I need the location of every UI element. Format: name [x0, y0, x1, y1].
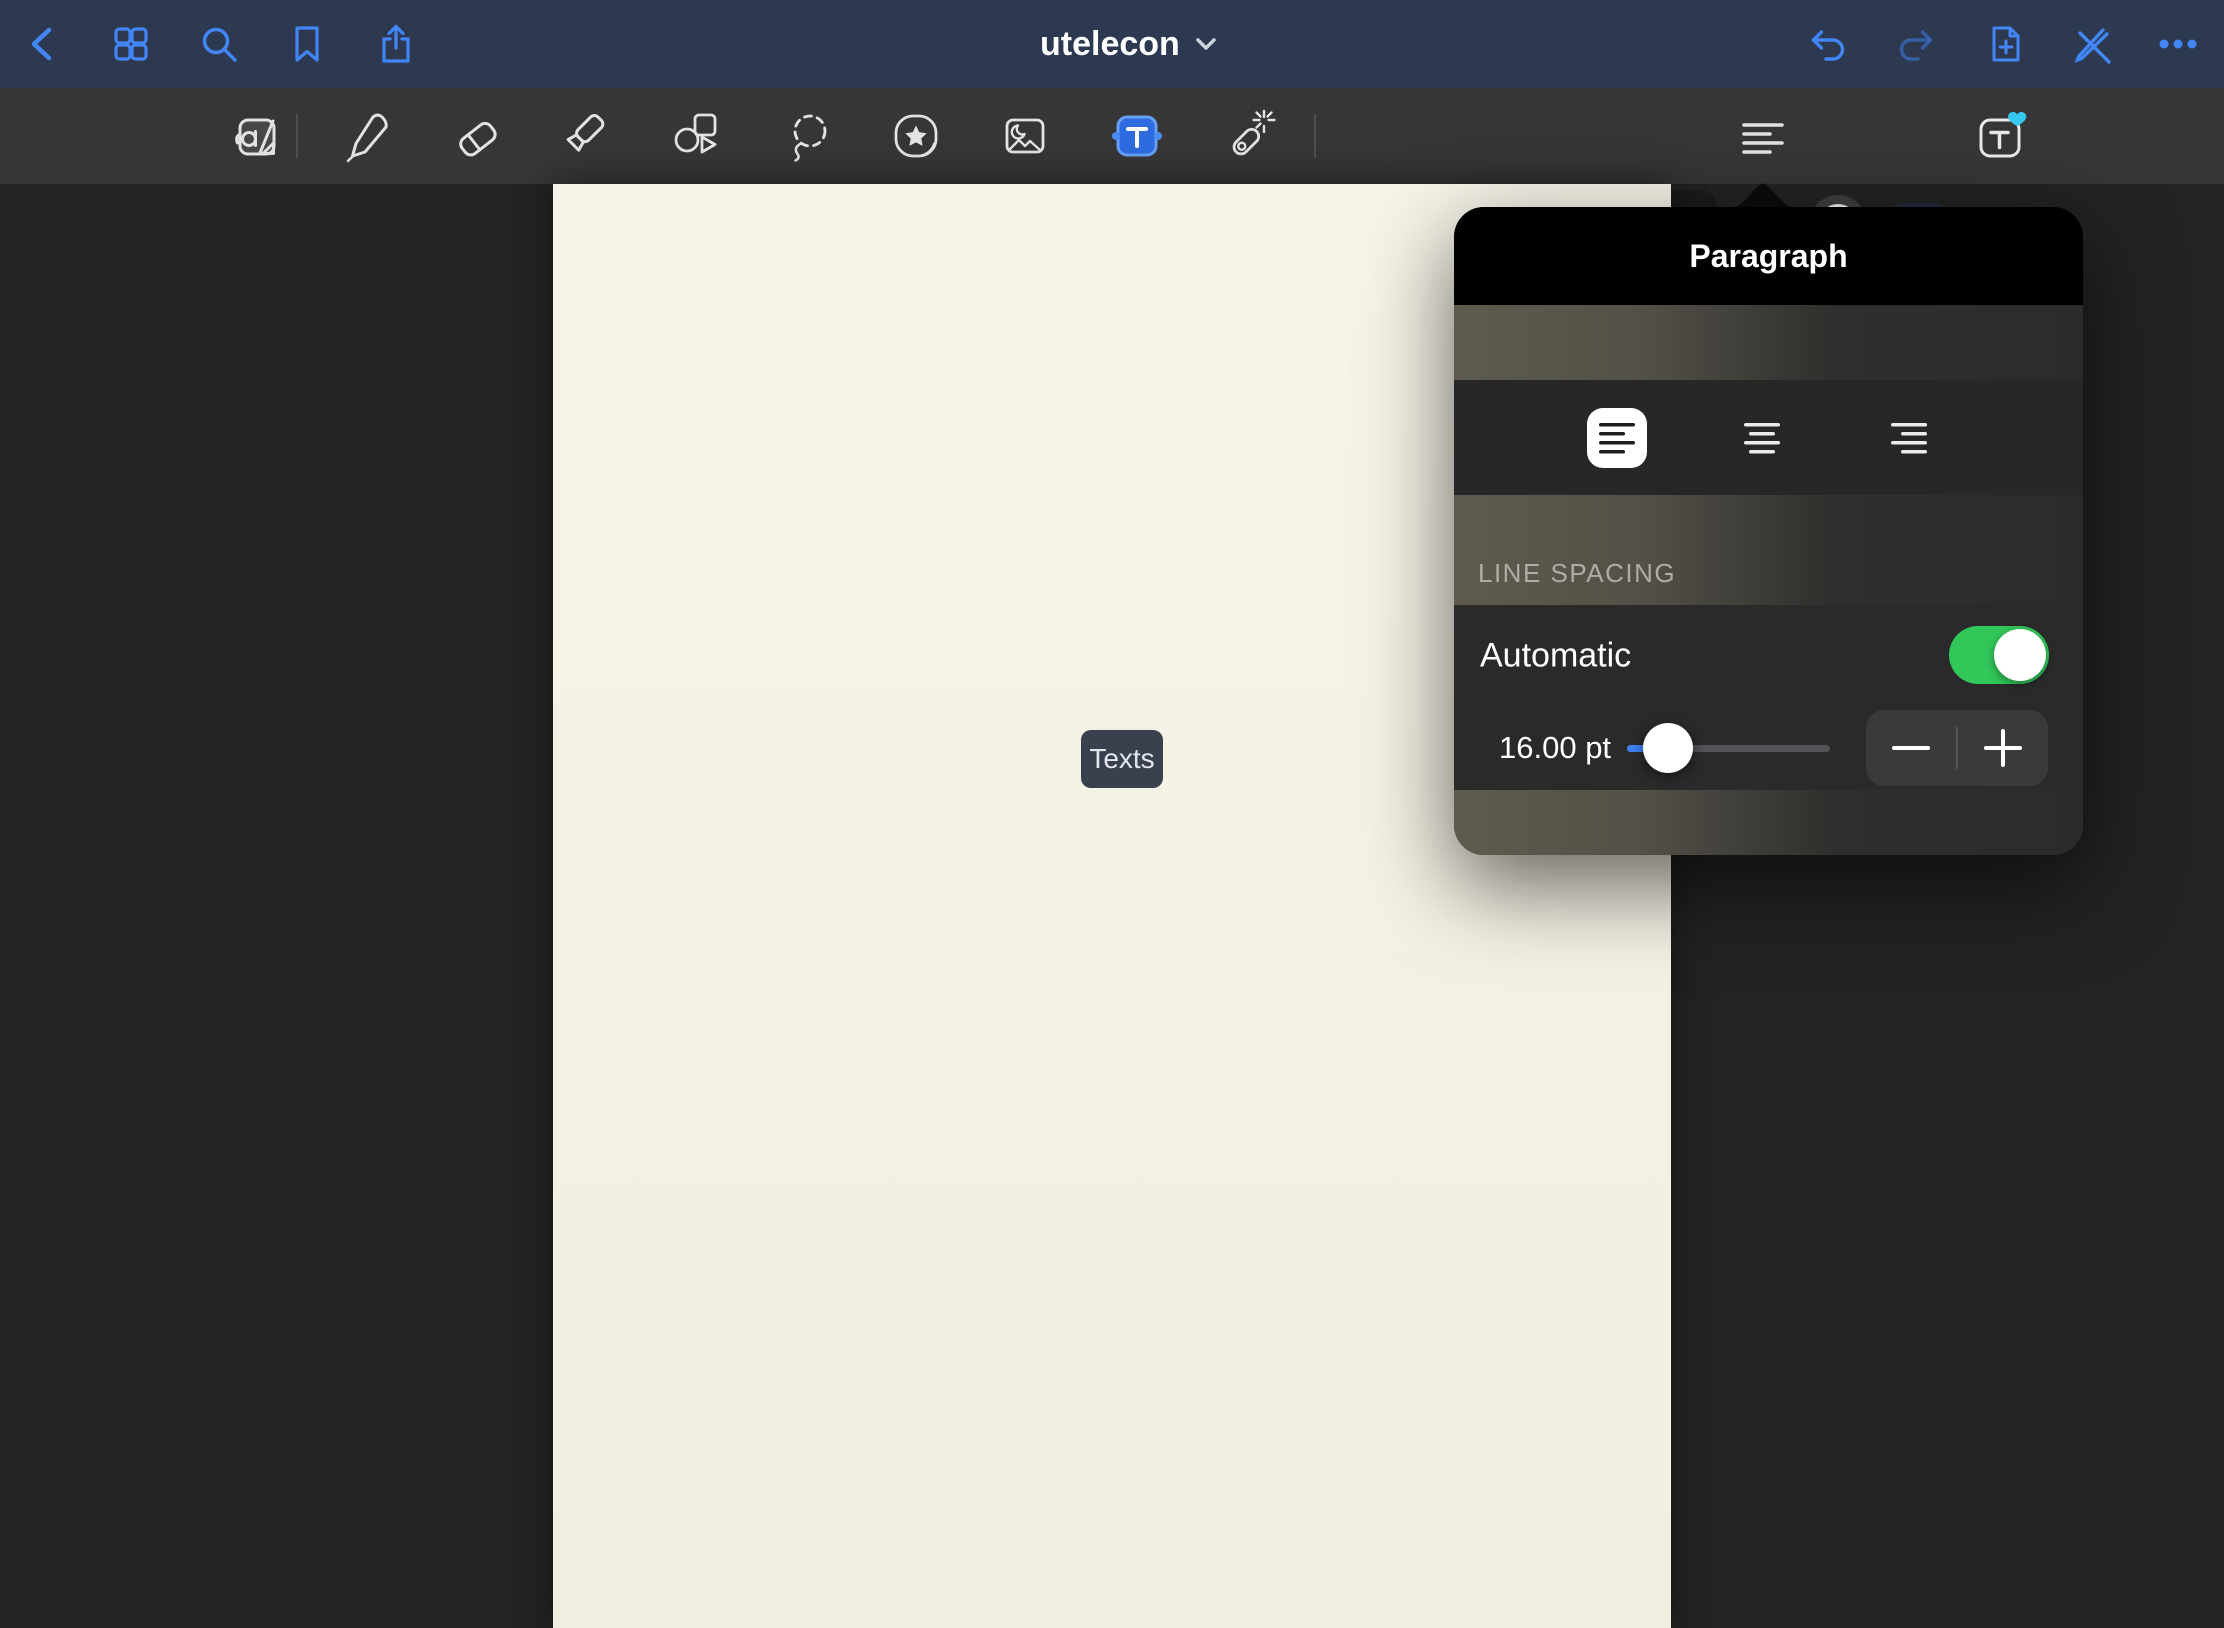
undo-icon [1806, 22, 1850, 66]
automatic-toggle[interactable] [1949, 626, 2049, 684]
navigation-bar: utelecon [0, 0, 2224, 88]
share-button[interactable] [374, 22, 418, 66]
redo-icon [1894, 22, 1938, 66]
editing-mode-icon [228, 108, 284, 164]
exit-text-mode-button[interactable] [2069, 22, 2113, 66]
pen-cross-icon [2069, 22, 2113, 66]
minus-icon [1892, 744, 1930, 752]
spacing-decrease-button[interactable] [1866, 710, 1956, 786]
grid-icon [109, 22, 153, 66]
tool-shapes[interactable] [668, 108, 724, 164]
tool-text[interactable] [1109, 108, 1165, 164]
add-page-button[interactable] [1983, 22, 2027, 66]
sticker-star-icon [888, 108, 944, 164]
align-right-icon [1889, 418, 1929, 458]
tool-highlighter[interactable] [555, 108, 611, 164]
spacing-stepper [1866, 710, 2048, 786]
tools-toolbar: HiraginoSans-... 16 [0, 88, 2224, 184]
tool-image[interactable] [997, 108, 1053, 164]
toolbar-divider [1314, 114, 1316, 158]
tool-eraser[interactable] [449, 108, 505, 164]
align-left-icon [1597, 418, 1637, 458]
redo-button[interactable] [1894, 22, 1938, 66]
align-center-option[interactable] [1732, 408, 1792, 468]
undo-button[interactable] [1806, 22, 1850, 66]
more-button[interactable] [2156, 22, 2200, 66]
eraser-icon [449, 108, 505, 164]
search-icon [197, 22, 241, 66]
text-style-heart-icon [1973, 108, 2029, 164]
popover-title-bar: Paragraph [1454, 207, 2083, 305]
align-right-option[interactable] [1879, 408, 1939, 468]
text-object-label: Texts [1089, 743, 1154, 775]
document-title-button[interactable]: utelecon [1040, 0, 1216, 88]
ellipsis-icon [2156, 22, 2200, 66]
lasso-icon [781, 108, 837, 164]
text-tool-selected-icon [1109, 108, 1165, 164]
tool-elements[interactable] [888, 108, 944, 164]
popover-section-gap [1454, 305, 2083, 380]
chevron-down-icon [1196, 37, 1216, 51]
image-icon [997, 108, 1053, 164]
document-title: utelecon [1040, 25, 1180, 64]
automatic-label: Automatic [1480, 636, 1631, 675]
tool-laser-pointer[interactable] [1220, 108, 1276, 164]
spacing-value-row: 16.00 pt [1454, 706, 2083, 790]
chevron-left-icon [21, 22, 65, 66]
page-overview-button[interactable] [109, 22, 153, 66]
line-spacing-section-label: LINE SPACING [1478, 558, 1676, 589]
paragraph-options-button[interactable] [1735, 108, 1791, 164]
line-spacing-section-header: LINE SPACING [1454, 495, 2083, 605]
text-object[interactable]: Texts [1081, 730, 1163, 788]
line-spacing-rows: Automatic 16.00 pt [1454, 605, 2083, 790]
automatic-row: Automatic [1454, 605, 2083, 706]
toolbar-divider [296, 114, 298, 158]
pen-icon [339, 108, 395, 164]
tool-lasso[interactable] [781, 108, 837, 164]
bookmark-icon [285, 22, 329, 66]
tool-editing-mode[interactable] [228, 108, 284, 164]
highlighter-icon [555, 108, 611, 164]
align-left-icon [1735, 108, 1791, 164]
paragraph-popover: Paragraph LINE SPACING [1454, 207, 2083, 855]
align-left-option[interactable] [1587, 408, 1647, 468]
line-spacing-slider-thumb[interactable] [1643, 723, 1693, 773]
line-spacing-slider[interactable] [1627, 745, 1830, 752]
add-page-icon [1983, 22, 2027, 66]
alignment-row [1454, 380, 2083, 495]
align-center-icon [1742, 418, 1782, 458]
laser-pointer-icon [1220, 108, 1276, 164]
shapes-icon [668, 108, 724, 164]
favorite-text-style-button[interactable] [1973, 108, 2029, 164]
back-button[interactable] [21, 22, 65, 66]
popover-title: Paragraph [1689, 238, 1847, 275]
share-icon [374, 22, 418, 66]
tool-pen[interactable] [339, 108, 395, 164]
popover-footer [1454, 790, 2083, 855]
spacing-value-label: 16.00 pt [1499, 730, 1611, 766]
toggle-knob [1994, 629, 2046, 681]
plus-icon [1984, 729, 2022, 767]
popover-arrow [1728, 180, 1798, 208]
bookmark-button[interactable] [285, 22, 329, 66]
search-button[interactable] [197, 22, 241, 66]
spacing-increase-button[interactable] [1958, 710, 2048, 786]
